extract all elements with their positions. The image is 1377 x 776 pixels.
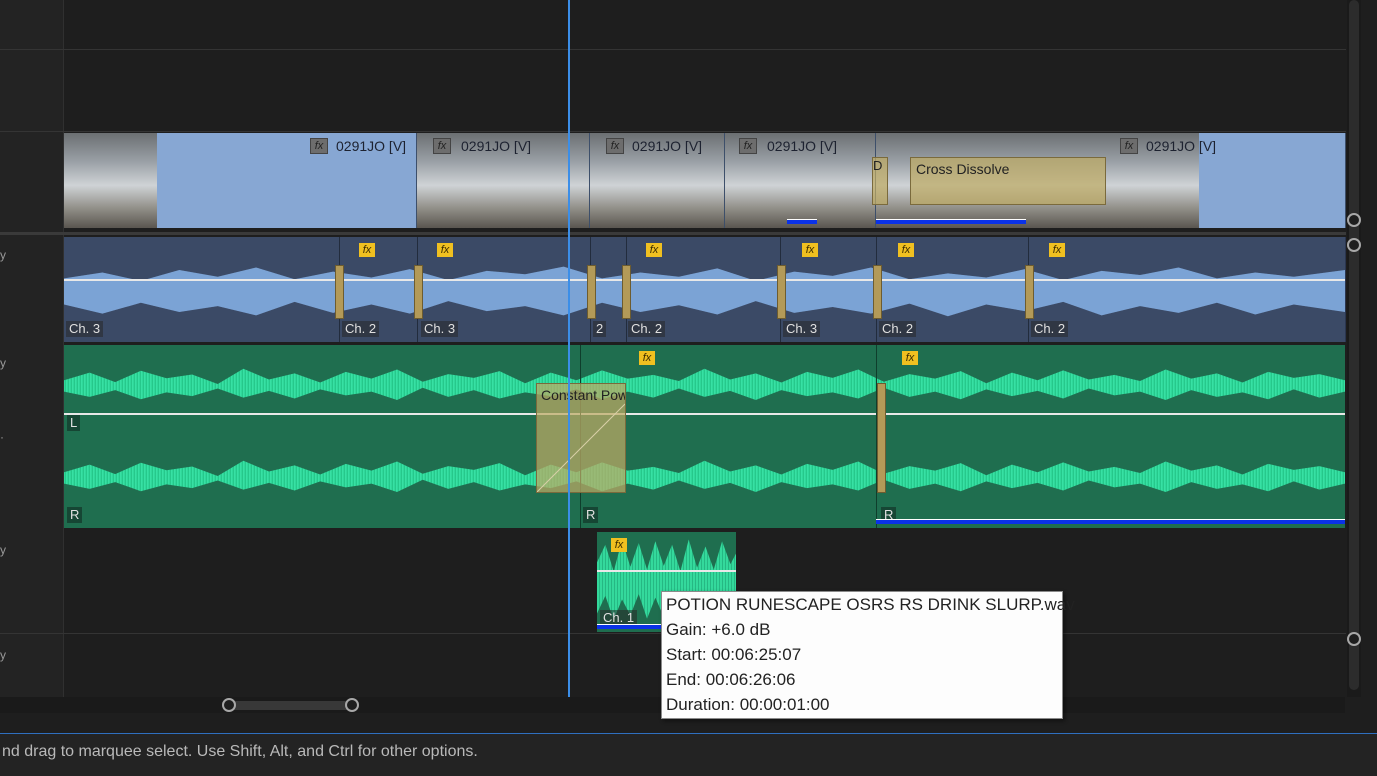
video-clip[interactable]: fx 0291JO [V]	[725, 133, 876, 228]
transition-label: Cross Dissolve	[916, 161, 1010, 177]
track-separator	[0, 49, 1346, 50]
audio-waveform	[64, 266, 1345, 317]
audio-transition[interactable]	[414, 265, 423, 319]
track-header-a3-glyph: y	[0, 543, 6, 557]
audio-transition[interactable]	[622, 265, 631, 319]
channel-label: 2	[593, 321, 607, 337]
audio-transition[interactable]	[587, 265, 596, 319]
fx-badge-icon[interactable]: fx	[433, 138, 451, 154]
horizontal-scroll-thumb[interactable]	[230, 701, 352, 710]
fx-badge-icon[interactable]: fx	[639, 351, 655, 365]
zoom-handle-right-icon[interactable]	[345, 698, 359, 712]
clip-info-tooltip: POTION RUNESCAPE OSRS RS DRINK SLURP.wav…	[661, 591, 1075, 719]
audio-waveform-right	[64, 460, 1345, 492]
fx-badge-icon[interactable]: fx	[1120, 138, 1138, 154]
fx-badge-icon[interactable]: fx	[1049, 243, 1065, 257]
channel-label: Ch. 2	[628, 321, 666, 337]
fx-badge-icon[interactable]: fx	[611, 538, 627, 552]
transition-curve	[537, 403, 625, 492]
audio-track-a2[interactable]: fx fx L R R R	[64, 345, 1345, 528]
render-bar	[876, 519, 1345, 524]
video-clip[interactable]: fx 0291JO [V]	[590, 133, 725, 228]
tooltip-start: Start: 00:06:25:07	[666, 645, 802, 664]
status-bar-text: nd drag to marquee select. Use Shift, Al…	[2, 743, 478, 760]
audio-waveform-left	[64, 368, 1345, 400]
transition-handle[interactable]: D	[872, 157, 888, 205]
track-header-a2-dot: ·	[0, 430, 4, 444]
clip-thumbnail	[64, 133, 157, 228]
audio-zoom-handle-icon[interactable]	[1347, 238, 1361, 252]
audio-transition[interactable]	[877, 383, 886, 493]
tooltip-duration: Duration: 00:00:01:00	[666, 695, 830, 714]
fx-badge-icon[interactable]: fx	[802, 243, 818, 257]
audio-transition[interactable]	[1025, 265, 1034, 319]
fx-badge-icon[interactable]: fx	[898, 243, 914, 257]
track-header-a2-glyph: y	[0, 356, 6, 370]
playhead[interactable]	[568, 0, 570, 697]
video-clip-label: 0291JO [V]	[336, 138, 407, 154]
vertical-scroll-thumb[interactable]	[1349, 0, 1359, 690]
video-clip[interactable]: fx 0291JO [V]	[64, 133, 417, 228]
zoom-handle-left-icon[interactable]	[222, 698, 236, 712]
audio-transition[interactable]	[777, 265, 786, 319]
fx-badge-icon[interactable]: fx	[310, 138, 328, 154]
fx-badge-icon[interactable]: fx	[902, 351, 918, 365]
volume-rubber-band[interactable]	[64, 413, 1345, 415]
track-separator	[0, 131, 1346, 132]
video-clip-label: 0291JO [V]	[767, 138, 838, 154]
channel-label: Ch. 3	[66, 321, 104, 337]
cross-dissolve-transition[interactable]: Cross Dissolve	[910, 157, 1106, 205]
tooltip-filename: POTION RUNESCAPE OSRS RS DRINK SLURP.wav	[666, 595, 1075, 614]
volume-rubber-band[interactable]	[597, 570, 736, 572]
track-header-a1-glyph: y	[0, 248, 6, 262]
audio-track-a1[interactable]: fx fx fx fx fx fx Ch. 3 Ch. 2 Ch. 3 2 Ch…	[64, 237, 1346, 342]
video-clip-label: 0291JO [V]	[461, 138, 532, 154]
volume-rubber-band[interactable]	[64, 279, 1345, 281]
channel-label: Ch. 2	[879, 321, 917, 337]
fx-badge-icon[interactable]: fx	[646, 243, 662, 257]
video-audio-divider[interactable]	[0, 232, 1346, 235]
render-bar	[876, 219, 1026, 224]
constant-power-transition[interactable]: Constant Pow	[536, 383, 626, 493]
render-bar	[787, 219, 817, 224]
track-header-column	[0, 0, 64, 697]
fx-badge-icon[interactable]: fx	[606, 138, 624, 154]
fx-badge-icon[interactable]: fx	[437, 243, 453, 257]
video-clip-label: 0291JO [V]	[632, 138, 703, 154]
channel-label: Ch. 3	[421, 321, 459, 337]
fx-badge-icon[interactable]: fx	[359, 243, 375, 257]
tooltip-gain: Gain: +6.0 dB	[666, 620, 771, 639]
fx-badge-icon[interactable]: fx	[739, 138, 757, 154]
channel-label: Ch. 3	[783, 321, 821, 337]
channel-right-label: R	[583, 507, 599, 523]
channel-left-label: L	[67, 415, 81, 431]
channel-right-label: R	[67, 507, 83, 523]
track-header-a4-glyph: y	[0, 648, 6, 662]
channel-label: Ch. 2	[342, 321, 380, 337]
video-clip[interactable]: fx 0291JO [V]	[417, 133, 590, 228]
channel-label: Ch. 2	[1031, 321, 1069, 337]
audio-zoom-handle-icon[interactable]	[1347, 632, 1361, 646]
video-clip-label: 0291JO [V]	[1146, 138, 1217, 154]
tooltip-end: End: 00:06:26:06	[666, 670, 796, 689]
audio-transition[interactable]	[873, 265, 882, 319]
video-zoom-handle-icon[interactable]	[1347, 213, 1361, 227]
audio-transition[interactable]	[335, 265, 344, 319]
